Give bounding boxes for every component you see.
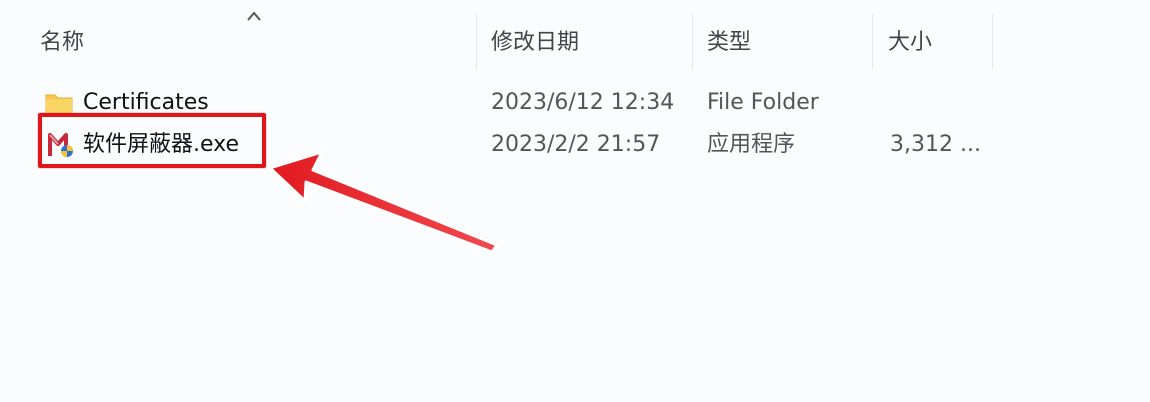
column-header-type[interactable]: 类型 — [707, 26, 751, 60]
column-header-modified[interactable]: 修改日期 — [491, 26, 579, 60]
column-header-size[interactable]: 大小 — [888, 26, 932, 60]
column-divider[interactable] — [476, 14, 477, 70]
file-modified: 2023/6/12 12:34 — [491, 90, 675, 115]
file-type: 应用程序 — [707, 132, 796, 157]
column-divider[interactable] — [692, 14, 693, 70]
file-type: File Folder — [707, 90, 819, 115]
column-header-bar: 名称 修改日期 类型 大小 — [0, 0, 1150, 82]
column-divider[interactable] — [872, 14, 873, 70]
sort-ascending-icon[interactable] — [244, 8, 264, 24]
file-size: 3,312 ... — [890, 132, 981, 157]
column-divider[interactable] — [992, 14, 993, 70]
file-modified: 2023/2/2 21:57 — [491, 132, 661, 157]
column-header-name[interactable]: 名称 — [40, 26, 84, 60]
highlight-box — [38, 113, 266, 168]
